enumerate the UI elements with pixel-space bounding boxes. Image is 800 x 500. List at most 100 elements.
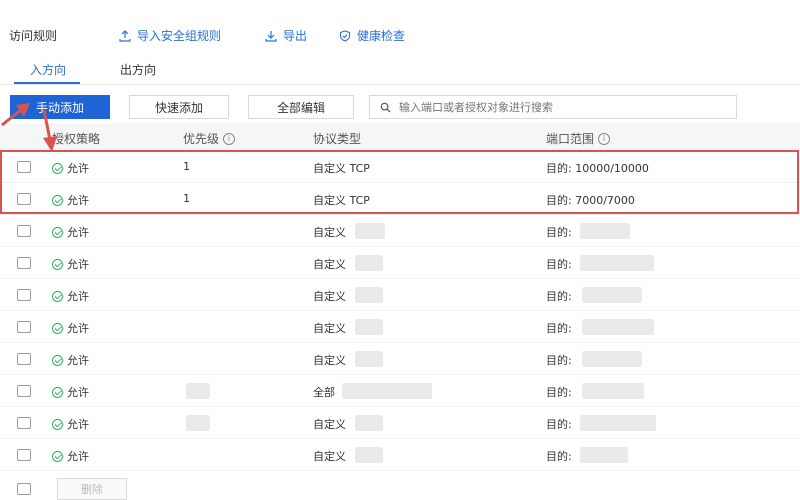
row-checkbox[interactable] xyxy=(17,289,31,301)
redacted-area xyxy=(582,351,642,367)
health-check-link[interactable]: 健康检查 xyxy=(339,27,405,44)
policy-allow: 允许 xyxy=(52,256,89,272)
port-value: 目的: xyxy=(546,418,572,431)
redacted-area xyxy=(342,383,432,399)
row-checkbox[interactable] xyxy=(17,353,31,365)
col-priority: 优先级 i xyxy=(183,130,236,147)
select-all-checkbox[interactable] xyxy=(17,483,31,495)
protocol-value: 全部 xyxy=(313,386,335,399)
protocol-value: 自定义 xyxy=(313,322,346,335)
redacted-area xyxy=(580,223,630,239)
top-bar: 访问规则 导入安全组规则 导出 健康检查 xyxy=(0,0,800,60)
table-header: 授权策略 优先级 i 协议类型 端口范围 i xyxy=(0,123,800,151)
check-circle-icon xyxy=(52,418,63,430)
row-checkbox[interactable] xyxy=(17,321,31,333)
row-checkbox[interactable] xyxy=(17,257,31,269)
redacted-area xyxy=(580,447,628,463)
search-box[interactable] xyxy=(369,95,737,119)
policy-allow: 允许 xyxy=(52,192,89,208)
download-icon xyxy=(265,30,277,42)
table-row[interactable]: 允许 自定义 目的: xyxy=(0,279,800,311)
check-circle-icon xyxy=(52,354,63,366)
export-link[interactable]: 导出 xyxy=(265,27,307,44)
table-row[interactable]: 允许 全部 目的: xyxy=(0,375,800,407)
port-value: 目的: 10000/10000 xyxy=(546,162,649,175)
redacted-area xyxy=(355,415,383,431)
check-circle-icon xyxy=(52,226,63,238)
export-label: 导出 xyxy=(283,29,308,43)
redacted-area xyxy=(355,255,383,271)
port-value: 目的: xyxy=(546,226,572,239)
port-value: 目的: xyxy=(546,290,572,303)
protocol-value: 自定义 TCP xyxy=(313,162,370,175)
check-circle-icon xyxy=(52,322,63,334)
policy-allow: 允许 xyxy=(52,448,89,464)
protocol-value: 自定义 xyxy=(313,258,346,271)
policy-allow: 允许 xyxy=(52,224,89,240)
row-checkbox[interactable] xyxy=(17,161,31,173)
redacted-area xyxy=(582,383,644,399)
search-input[interactable] xyxy=(397,99,721,115)
table-row[interactable]: 允许 自定义 目的: xyxy=(0,311,800,343)
tab-outbound[interactable]: 出方向 xyxy=(120,61,156,78)
protocol-value: 自定义 xyxy=(313,450,346,463)
edit-all-button[interactable]: 全部编辑 xyxy=(248,95,354,119)
table-row[interactable]: 允许 1 自定义 TCP 目的: 7000/7000 xyxy=(0,183,800,215)
port-value: 目的: xyxy=(546,258,572,271)
policy-allow: 允许 xyxy=(52,352,89,368)
protocol-value: 自定义 xyxy=(313,226,346,239)
redacted-area xyxy=(186,383,210,399)
row-checkbox[interactable] xyxy=(17,225,31,237)
row-checkbox[interactable] xyxy=(17,385,31,397)
direction-tabs: 入方向 出方向 xyxy=(0,58,800,85)
policy-allow: 允许 xyxy=(52,160,89,176)
shield-check-icon xyxy=(339,29,351,42)
upload-icon xyxy=(119,29,131,42)
info-icon[interactable]: i xyxy=(598,132,611,145)
import-rules-label: 导入安全组规则 xyxy=(137,29,222,43)
redacted-area xyxy=(580,415,656,431)
col-port-range: 端口范围 i xyxy=(546,130,611,147)
check-circle-icon xyxy=(52,290,63,302)
check-circle-icon xyxy=(52,386,63,398)
table-row[interactable]: 允许 自定义 目的: xyxy=(0,439,800,471)
port-value: 目的: 7000/7000 xyxy=(546,194,635,207)
port-value: 目的: xyxy=(546,386,572,399)
policy-allow: 允许 xyxy=(52,288,89,304)
port-value: 目的: xyxy=(546,354,572,367)
search-icon xyxy=(380,102,391,113)
check-circle-icon xyxy=(52,258,63,270)
delete-button[interactable]: 删除 xyxy=(57,478,127,500)
row-checkbox[interactable] xyxy=(17,193,31,205)
table-row[interactable]: 允许 自定义 目的: xyxy=(0,343,800,375)
port-value: 目的: xyxy=(546,322,572,335)
table-row[interactable]: 允许 自定义 目的: xyxy=(0,247,800,279)
health-check-label: 健康检查 xyxy=(357,29,406,43)
priority-value: 1 xyxy=(183,160,190,173)
policy-allow: 允许 xyxy=(52,384,89,400)
priority-value: 1 xyxy=(183,192,190,205)
table-row[interactable]: 允许 自定义 目的: xyxy=(0,407,800,439)
row-checkbox[interactable] xyxy=(17,449,31,461)
check-circle-icon xyxy=(52,450,63,462)
table-row[interactable]: 允许 1 自定义 TCP 目的: 10000/10000 xyxy=(0,151,800,183)
protocol-value: 自定义 xyxy=(313,354,346,367)
info-icon[interactable]: i xyxy=(223,132,236,145)
redacted-area xyxy=(355,223,385,239)
redacted-area xyxy=(355,319,383,335)
redacted-area xyxy=(355,351,383,367)
redacted-area xyxy=(355,447,383,463)
manual-add-button[interactable]: 手动添加 xyxy=(10,95,110,119)
quick-add-button[interactable]: 快速添加 xyxy=(129,95,229,119)
tab-inbound[interactable]: 入方向 xyxy=(30,61,66,78)
page-title: 访问规则 xyxy=(9,29,58,43)
redacted-area xyxy=(186,415,210,431)
policy-allow: 允许 xyxy=(52,416,89,432)
col-protocol: 协议类型 xyxy=(313,132,362,146)
table-row[interactable]: 允许 自定义 目的: xyxy=(0,215,800,247)
row-checkbox[interactable] xyxy=(17,417,31,429)
import-rules-link[interactable]: 导入安全组规则 xyxy=(119,27,221,44)
protocol-value: 自定义 xyxy=(313,418,346,431)
active-tab-indicator xyxy=(14,82,80,84)
check-circle-icon xyxy=(52,162,63,174)
